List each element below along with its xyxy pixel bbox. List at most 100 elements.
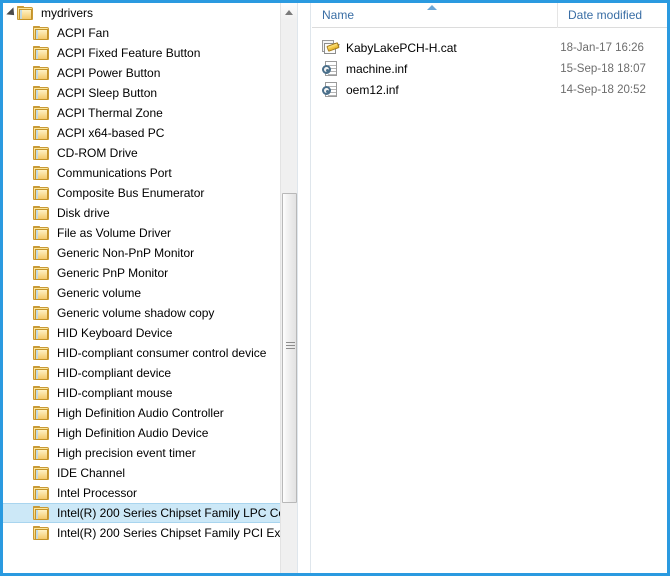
file-name-label: KabyLakePCH-H.cat xyxy=(346,40,457,55)
tree-item-label: ACPI Fixed Feature Button xyxy=(57,46,201,60)
tree-item[interactable]: High precision event timer xyxy=(3,443,286,463)
explorer-window: mydrivers ACPI Fan ACPI Fixed Feature Butt… xyxy=(0,0,670,576)
tree-item-label: HID-compliant device xyxy=(57,366,172,380)
tree-item[interactable]: IDE Channel xyxy=(3,463,286,483)
tree-item[interactable]: ACPI Power Button xyxy=(3,63,286,83)
tree-item[interactable]: ACPI Sleep Button xyxy=(3,83,286,103)
folder-icon xyxy=(33,445,50,461)
setup-information-file-icon xyxy=(322,60,340,77)
tree-item[interactable]: Generic PnP Monitor xyxy=(3,263,286,283)
column-header-name[interactable]: Name xyxy=(312,3,557,28)
tree-item-label: ACPI Sleep Button xyxy=(57,86,158,100)
tree-item-label: Disk drive xyxy=(57,206,110,220)
scroll-up-arrow-icon[interactable] xyxy=(281,3,297,20)
tree-item[interactable]: HID-compliant device xyxy=(3,363,286,383)
folder-icon xyxy=(33,225,50,241)
tree-item[interactable]: Intel Processor xyxy=(3,483,286,503)
file-list-row[interactable]: oem12.inf 14-Sep-18 20:52 xyxy=(312,79,667,100)
tree-item-label: Composite Bus Enumerator xyxy=(57,186,205,200)
tree-item[interactable]: ACPI Thermal Zone xyxy=(3,103,286,123)
folder-tree-pane[interactable]: mydrivers ACPI Fan ACPI Fixed Feature Butt… xyxy=(3,3,286,573)
file-name-cell[interactable]: KabyLakePCH-H.cat xyxy=(312,39,550,56)
tree-item-label: File as Volume Driver xyxy=(57,226,172,240)
file-name-cell[interactable]: oem12.inf xyxy=(312,81,550,98)
tree-item[interactable]: Generic Non-PnP Monitor xyxy=(3,243,286,263)
tree-item[interactable]: ACPI Fan xyxy=(3,23,286,43)
tree-item[interactable]: ACPI x64-based PC xyxy=(3,123,286,143)
tree-item-selected[interactable]: Intel(R) 200 Series Chipset Family LPC C… xyxy=(3,503,286,523)
folder-icon xyxy=(33,125,50,141)
file-name-cell[interactable]: machine.inf xyxy=(312,60,550,77)
folder-icon xyxy=(33,25,50,41)
tree-root-item[interactable]: mydrivers xyxy=(3,3,286,23)
file-list-row[interactable]: machine.inf 15-Sep-18 18:07 xyxy=(312,58,667,79)
folder-icon xyxy=(33,85,50,101)
file-name-label: machine.inf xyxy=(346,61,408,76)
tree-item[interactable]: Generic volume shadow copy xyxy=(3,303,286,323)
file-list-row[interactable]: KabyLakePCH-H.cat 18-Jan-17 16:26 xyxy=(312,37,667,58)
tree-item[interactable]: File as Volume Driver xyxy=(3,223,286,243)
folder-icon xyxy=(33,525,50,541)
folder-icon xyxy=(33,145,50,161)
tree-item[interactable]: HID Keyboard Device xyxy=(3,323,286,343)
folder-tree-list[interactable]: mydrivers ACPI Fan ACPI Fixed Feature Butt… xyxy=(3,3,286,543)
column-header-name-label: Name xyxy=(322,8,355,22)
folder-icon xyxy=(33,105,50,121)
tree-item[interactable]: Generic volume xyxy=(3,283,286,303)
folder-icon xyxy=(33,465,50,481)
tree-item[interactable]: HID-compliant consumer control device xyxy=(3,343,286,363)
tree-item[interactable]: Communications Port xyxy=(3,163,286,183)
folder-icon xyxy=(33,285,50,301)
tree-item[interactable]: ACPI Fixed Feature Button xyxy=(3,43,286,63)
tree-item[interactable]: High Definition Audio Controller xyxy=(3,403,286,423)
scrollbar-thumb[interactable] xyxy=(282,193,297,503)
tree-item[interactable]: High Definition Audio Device xyxy=(3,423,286,443)
pane-splitter[interactable] xyxy=(297,3,311,573)
collapse-triangle-icon[interactable] xyxy=(3,3,17,23)
file-list-pane[interactable]: Name Date modified KabyLakePCH-H.cat 18-J… xyxy=(312,3,667,573)
setup-information-file-icon xyxy=(322,81,340,98)
file-list-rows[interactable]: KabyLakePCH-H.cat 18-Jan-17 16:26 machine.… xyxy=(312,28,667,100)
tree-item-label: High Definition Audio Controller xyxy=(57,406,224,420)
scrollbar-track-upper[interactable] xyxy=(281,20,297,193)
column-header-date-modified[interactable]: Date modified xyxy=(557,3,667,28)
tree-item-label: Generic Non-PnP Monitor xyxy=(57,246,195,260)
tree-item-label: HID-compliant consumer control device xyxy=(57,346,267,360)
tree-item[interactable]: Composite Bus Enumerator xyxy=(3,183,286,203)
scrollbar-track-lower[interactable] xyxy=(281,503,297,573)
tree-item[interactable]: Disk drive xyxy=(3,203,286,223)
tree-vertical-scrollbar[interactable] xyxy=(280,3,297,573)
tree-item[interactable]: Intel(R) 200 Series Chipset Family PCI E… xyxy=(3,523,286,543)
file-date-modified-label: 18-Jan-17 16:26 xyxy=(560,41,644,54)
tree-item[interactable]: CD-ROM Drive xyxy=(3,143,286,163)
tree-item-label: ACPI Fan xyxy=(57,26,110,40)
tree-item[interactable]: HID-compliant mouse xyxy=(3,383,286,403)
tree-item-label: ACPI Power Button xyxy=(57,66,161,80)
